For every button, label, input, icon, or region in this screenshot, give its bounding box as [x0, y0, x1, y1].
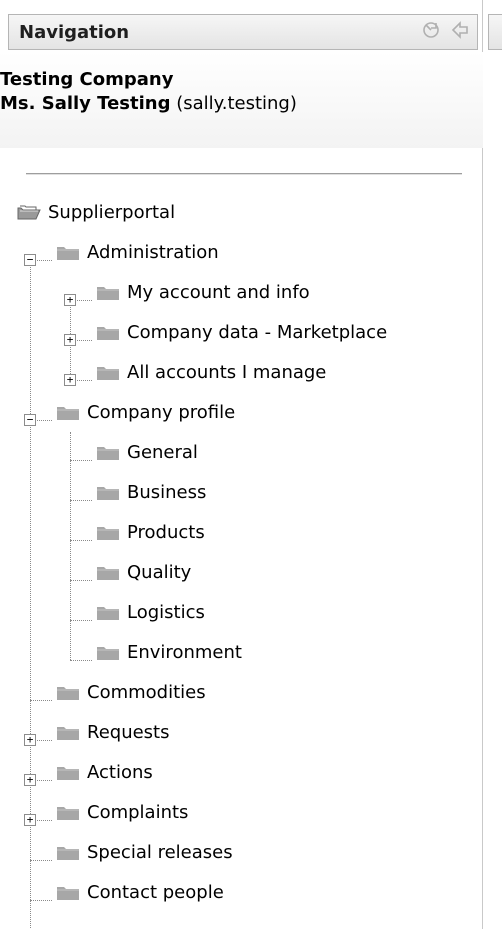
- tree-item-company-profile[interactable]: Company profile: [55, 398, 235, 426]
- tree-label: Requests: [87, 721, 170, 743]
- tree-label: Company data - Marketplace: [127, 321, 388, 343]
- folder-icon: [55, 762, 81, 782]
- tree-label: My account and info: [127, 281, 310, 303]
- tree-item-business[interactable]: Business: [95, 478, 206, 506]
- folder-icon: [55, 402, 81, 422]
- tree-item-actions[interactable]: Actions: [55, 758, 153, 786]
- tree-label: Complaints: [87, 801, 189, 823]
- tree-connector: [70, 660, 92, 661]
- tree-item-all-accounts[interactable]: All accounts I manage: [95, 358, 326, 386]
- expand-toggle-complaints[interactable]: +: [24, 814, 36, 826]
- tree-item-quality[interactable]: Quality: [95, 558, 191, 586]
- tree-label: Products: [127, 521, 205, 543]
- tree-label: Administration: [87, 241, 219, 263]
- tree-item-my-account[interactable]: My account and info: [95, 278, 310, 306]
- folder-icon: [55, 882, 81, 902]
- expand-toggle-all-accounts[interactable]: +: [64, 374, 76, 386]
- expand-toggle-requests[interactable]: +: [24, 734, 36, 746]
- tree-label: Commodities: [87, 681, 206, 703]
- folder-icon: [55, 242, 81, 262]
- tree-item-contact-people[interactable]: Contact people: [55, 878, 224, 906]
- tree-item-complaints[interactable]: Complaints: [55, 798, 188, 826]
- tree-label: Logistics: [127, 601, 205, 623]
- folder-icon: [95, 642, 121, 662]
- folder-icon: [55, 842, 81, 862]
- tree-connector: [70, 540, 92, 541]
- tree-label: All accounts I manage: [127, 361, 327, 383]
- tree-connector: [30, 260, 31, 928]
- folder-icon: [95, 362, 121, 382]
- tree-item-environment[interactable]: Environment: [95, 638, 242, 666]
- tree-connector: [70, 500, 92, 501]
- tree-item-company-data[interactable]: Company data - Marketplace: [95, 318, 387, 346]
- collapse-toggle-administration[interactable]: −: [24, 254, 36, 266]
- tree-label: Quality: [127, 561, 192, 583]
- folder-icon: [95, 522, 121, 542]
- folder-icon: [95, 482, 121, 502]
- tree-label: General: [127, 441, 198, 463]
- tree-root-supplierportal[interactable]: Supplierportal: [16, 198, 175, 226]
- tree-connector: [70, 432, 71, 660]
- tree-label: Special releases: [87, 841, 233, 863]
- tree-label: Supplierportal: [48, 201, 176, 223]
- tree-connector: [30, 900, 52, 901]
- expand-toggle-actions[interactable]: +: [24, 774, 36, 786]
- open-folder-icon: [16, 202, 42, 222]
- tree-connector: [70, 460, 92, 461]
- tree-label: Contact people: [87, 881, 224, 903]
- expand-toggle-company-data[interactable]: +: [64, 334, 76, 346]
- navigation-panel: Navigation Testing Company Ms. Sally Tes…: [0, 0, 502, 929]
- collapse-toggle-company-profile[interactable]: −: [24, 414, 36, 426]
- tree-label: Actions: [87, 761, 153, 783]
- tree-connector: [30, 700, 52, 701]
- tree-label: Business: [127, 481, 207, 503]
- navigation-tree: − + + + − + + + Supplierportal Administr…: [0, 0, 483, 929]
- folder-icon: [95, 562, 121, 582]
- tree-item-administration[interactable]: Administration: [55, 238, 219, 266]
- folder-icon: [55, 802, 81, 822]
- tree-item-general[interactable]: General: [95, 438, 198, 466]
- tree-item-commodities[interactable]: Commodities: [55, 678, 206, 706]
- folder-icon: [95, 322, 121, 342]
- tree-label: Company profile: [87, 401, 236, 423]
- tree-connector: [70, 580, 92, 581]
- adjacent-panel-edge: [488, 14, 502, 50]
- tree-label: Environment: [127, 641, 242, 663]
- folder-icon: [95, 442, 121, 462]
- tree-connector: [30, 860, 52, 861]
- folder-icon: [55, 682, 81, 702]
- tree-item-requests[interactable]: Requests: [55, 718, 170, 746]
- tree-item-logistics[interactable]: Logistics: [95, 598, 205, 626]
- expand-toggle-my-account[interactable]: +: [64, 294, 76, 306]
- folder-icon: [55, 722, 81, 742]
- folder-icon: [95, 602, 121, 622]
- folder-icon: [95, 282, 121, 302]
- tree-connector: [70, 620, 92, 621]
- tree-item-special-releases[interactable]: Special releases: [55, 838, 233, 866]
- tree-item-products[interactable]: Products: [95, 518, 205, 546]
